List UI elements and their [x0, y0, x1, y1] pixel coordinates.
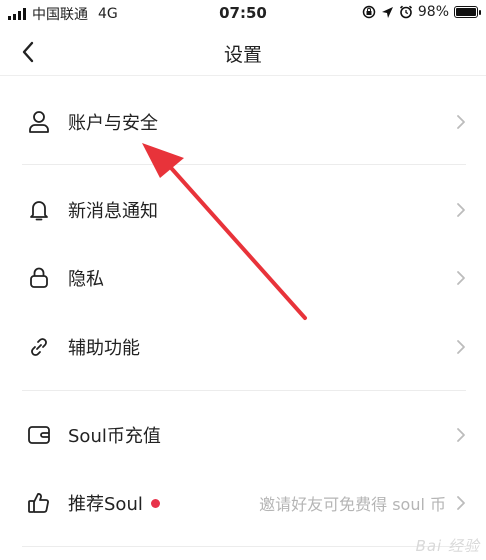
recommend-soul-label: 推荐Soul	[68, 494, 143, 515]
invite-hint: 邀请好友可免费得 soul 币	[259, 495, 446, 514]
nav-bar: 设置	[0, 28, 486, 74]
network-type: 4G	[98, 6, 118, 22]
settings-item-accessibility[interactable]: 辅助功能	[0, 317, 486, 377]
back-button[interactable]	[12, 36, 44, 68]
page-title: 设置	[223, 44, 262, 66]
person-icon	[26, 109, 52, 135]
alarm-icon	[399, 5, 412, 19]
chevron-right-icon	[454, 268, 468, 288]
rotation-lock-icon	[362, 5, 376, 19]
chevron-left-icon	[22, 41, 34, 63]
settings-item-label: Soul币充值	[68, 426, 161, 447]
settings-item-privacy[interactable]: 隐私	[0, 248, 486, 308]
chevron-right-icon	[454, 337, 468, 357]
section-divider	[22, 164, 466, 165]
settings-item-label: 辅助功能	[68, 338, 140, 359]
settings-item-account-security[interactable]: 账户与安全	[0, 92, 486, 152]
settings-item-label: 账户与安全	[68, 113, 158, 134]
battery-percent: 98%	[417, 4, 449, 20]
signal-icon	[8, 8, 26, 20]
status-bar: 中国联通 4G 07:50 98%	[0, 0, 486, 28]
thumbs-up-icon	[26, 490, 52, 516]
battery-icon	[454, 6, 481, 18]
status-bar-right: 98%	[362, 4, 481, 20]
status-bar-left: 中国联通 4G	[8, 4, 118, 24]
lock-icon	[26, 265, 52, 291]
settings-item-label: 推荐Soul	[68, 490, 160, 516]
section-divider	[22, 546, 466, 547]
settings-item-soul-coin-recharge[interactable]: Soul币充值	[0, 405, 486, 465]
wallet-icon	[26, 422, 52, 448]
link-icon	[26, 334, 52, 360]
chevron-right-icon	[454, 493, 468, 513]
chevron-right-icon	[454, 112, 468, 132]
header-divider	[0, 75, 486, 76]
chevron-right-icon	[454, 425, 468, 445]
settings-item-label: 隐私	[68, 269, 104, 290]
notification-badge	[150, 498, 160, 508]
chevron-right-icon	[454, 200, 468, 220]
section-divider	[22, 390, 466, 391]
settings-item-recommend-soul[interactable]: 推荐Soul 邀请好友可免费得 soul 币	[0, 473, 486, 533]
watermark: Bai 经验	[415, 537, 480, 555]
location-icon	[381, 6, 393, 18]
settings-item-label: 新消息通知	[68, 201, 158, 222]
bell-icon	[26, 197, 52, 223]
settings-item-notifications[interactable]: 新消息通知	[0, 180, 486, 240]
carrier-name: 中国联通	[32, 7, 88, 23]
